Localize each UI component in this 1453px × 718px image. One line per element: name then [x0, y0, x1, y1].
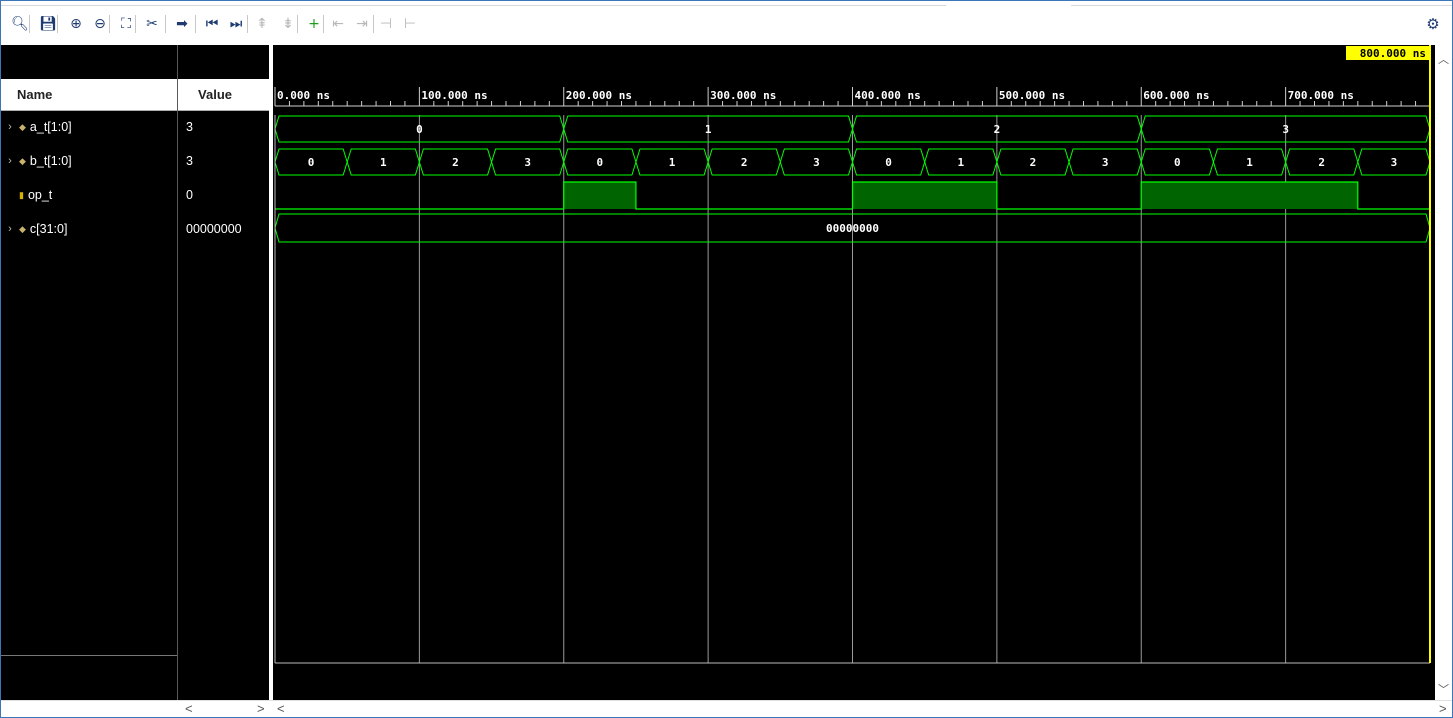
- go-to-cursor-icon[interactable]: ➡: [171, 13, 193, 35]
- high-pulse-fill: [1141, 182, 1358, 209]
- ruler-tick-label: 0.000 ns: [277, 89, 330, 102]
- zoom-in-icon[interactable]: ⊕: [65, 13, 87, 35]
- bus-value-label: 1: [669, 156, 676, 169]
- search-icon[interactable]: 🔍︎: [9, 13, 31, 35]
- ruler-tick-label: 100.000 ns: [421, 89, 487, 102]
- bus-value-label: 2: [1318, 156, 1325, 169]
- bus-signal-icon: ◆: [19, 223, 26, 234]
- bus-value-label: 0: [308, 156, 315, 169]
- signal-row[interactable]: › ◆ b_t[1:0]: [1, 147, 177, 175]
- bus-value-label: 3: [1391, 156, 1398, 169]
- bus-value-label: 3: [524, 156, 531, 169]
- toolbar-separator: [323, 15, 324, 33]
- settings-icon[interactable]: ⚙: [1422, 13, 1444, 35]
- zoom-fit-icon[interactable]: ⛶: [115, 13, 137, 35]
- bus-value-label: 2: [741, 156, 748, 169]
- zoom-out-icon[interactable]: ⊖: [89, 13, 111, 35]
- wave-scroll-right-icon[interactable]: >: [1439, 701, 1447, 716]
- signal-name: op_t: [27, 188, 53, 202]
- bus-value-label: 00000000: [826, 222, 879, 235]
- signal-name: b_t[1:0]: [29, 154, 72, 168]
- scroll-down-icon[interactable]: ﹀: [1438, 681, 1449, 697]
- bus-value-label: 2: [994, 123, 1001, 136]
- name-scroll-left-icon[interactable]: <: [185, 701, 193, 716]
- cursor-swap-icon[interactable]: ✂: [141, 13, 163, 35]
- snap-icon: ⊢: [403, 16, 417, 32]
- ruler-tick-label: 700.000 ns: [1288, 89, 1354, 102]
- value-column-header[interactable]: Value: [178, 79, 270, 111]
- high-pulse-fill: [852, 182, 997, 209]
- toolbar-separator: [109, 15, 110, 33]
- go-to-end-icon[interactable]: ⏭: [225, 13, 247, 35]
- toolbar-border: [1, 5, 946, 6]
- chevron-right-icon[interactable]: ›: [1, 223, 19, 235]
- toolbar-separator: [195, 15, 196, 33]
- bus-value-label: 0: [416, 123, 423, 136]
- vertical-scrollbar[interactable]: ︿ ﹀: [1435, 45, 1452, 700]
- add-marker-icon[interactable]: +: [303, 13, 325, 35]
- signal-value: 0: [186, 188, 193, 202]
- chevron-right-icon[interactable]: ›: [1, 155, 19, 167]
- name-panel: Name › ◆ a_t[1:0] › ◆ b_t[1:0] ▮ op_t › ◆ c[31:0]: [1, 45, 269, 701]
- swap-cursors-icon: ⊣: [379, 16, 393, 32]
- toolbar-separator: [29, 15, 30, 33]
- bus-signal-icon: ◆: [19, 121, 26, 132]
- toolbar-border-right: [1071, 5, 1452, 6]
- wave-scroll-left-icon[interactable]: <: [277, 701, 285, 716]
- bus-value-label: 0: [597, 156, 604, 169]
- ruler-tick-label: 200.000 ns: [566, 89, 632, 102]
- previous-transition-icon: ⇞: [256, 16, 268, 32]
- toolbar-separator: [165, 15, 166, 33]
- ruler-tick-label: 600.000 ns: [1143, 89, 1209, 102]
- toolbar-separator: [135, 15, 136, 33]
- name-column-header[interactable]: Name: [1, 79, 177, 111]
- bus-value-label: 1: [380, 156, 387, 169]
- bus-value-label: 3: [1282, 123, 1289, 136]
- toolbar-separator: [373, 15, 374, 33]
- value-panel: Value 3 3 0 00000000: [177, 45, 270, 701]
- toolbar-separator: [297, 15, 298, 33]
- ruler-tick-label: 300.000 ns: [710, 89, 776, 102]
- bus-value-label: 0: [1174, 156, 1181, 169]
- high-pulse-fill: [563, 182, 636, 209]
- signal-value: 3: [186, 120, 193, 134]
- bus-signal-icon: ◆: [19, 155, 26, 166]
- toolbar: 🔍︎ 💾︎ ⊕ ⊖ ⛶ ✂ ➡ ⏮ ⏭ ⇞ ⇟ + ⇤ ⇥ ⊣ ⊢ ⚙: [1, 1, 1452, 45]
- bus-value-label: 3: [1102, 156, 1109, 169]
- signal-row[interactable]: › ◆ c[31:0]: [1, 215, 177, 243]
- toolbar-separator: [247, 15, 248, 33]
- horizontal-scrollbar[interactable]: < > < >: [1, 700, 1452, 717]
- cursor-time-label: 800.000 ns: [1360, 47, 1426, 60]
- waveform-canvas[interactable]: 0.000 ns 100.000 ns 200.000 ns 300.000 ns 40…: [273, 45, 1435, 700]
- signal-row[interactable]: › ◆ a_t[1:0]: [1, 113, 177, 141]
- signal-value: 3: [186, 154, 193, 168]
- waveform-window: 🔍︎ 💾︎ ⊕ ⊖ ⛶ ✂ ➡ ⏮ ⏭ ⇞ ⇟ + ⇤ ⇥ ⊣ ⊢ ⚙ Name › ◆ a_t[1:0] › ◆ b_…: [0, 0, 1453, 718]
- waveform-area[interactable]: 0.000 ns 100.000 ns 200.000 ns 300.000 ns 40…: [273, 45, 1435, 700]
- name-scroll-right-icon[interactable]: >: [257, 701, 265, 716]
- next-marker-icon: ⇥: [356, 16, 368, 32]
- bus-value-label: 1: [1246, 156, 1253, 169]
- toolbar-separator: [57, 15, 58, 33]
- ruler-tick-label: 400.000 ns: [855, 89, 921, 102]
- bus-value-label: 2: [452, 156, 459, 169]
- bus-value-label: 1: [705, 123, 712, 136]
- ruler-tick-label: 500.000 ns: [999, 89, 1065, 102]
- bus-value-label: 1: [957, 156, 964, 169]
- bus-value-label: 3: [813, 156, 820, 169]
- next-transition-icon: ⇟: [282, 16, 294, 32]
- previous-marker-icon: ⇤: [332, 16, 344, 32]
- bit-signal-icon: ▮: [19, 189, 24, 200]
- signal-name: a_t[1:0]: [29, 120, 72, 134]
- signal-row[interactable]: ▮ op_t: [1, 181, 177, 209]
- signal-name: c[31:0]: [29, 222, 68, 236]
- bus-value-label: 2: [1030, 156, 1037, 169]
- scroll-up-icon[interactable]: ︿: [1438, 51, 1449, 67]
- signal-value: 00000000: [186, 222, 242, 236]
- bus-value-label: 0: [885, 156, 892, 169]
- chevron-right-icon[interactable]: ›: [1, 121, 19, 133]
- go-to-start-icon[interactable]: ⏮: [201, 13, 223, 35]
- save-icon[interactable]: 💾︎: [37, 13, 59, 35]
